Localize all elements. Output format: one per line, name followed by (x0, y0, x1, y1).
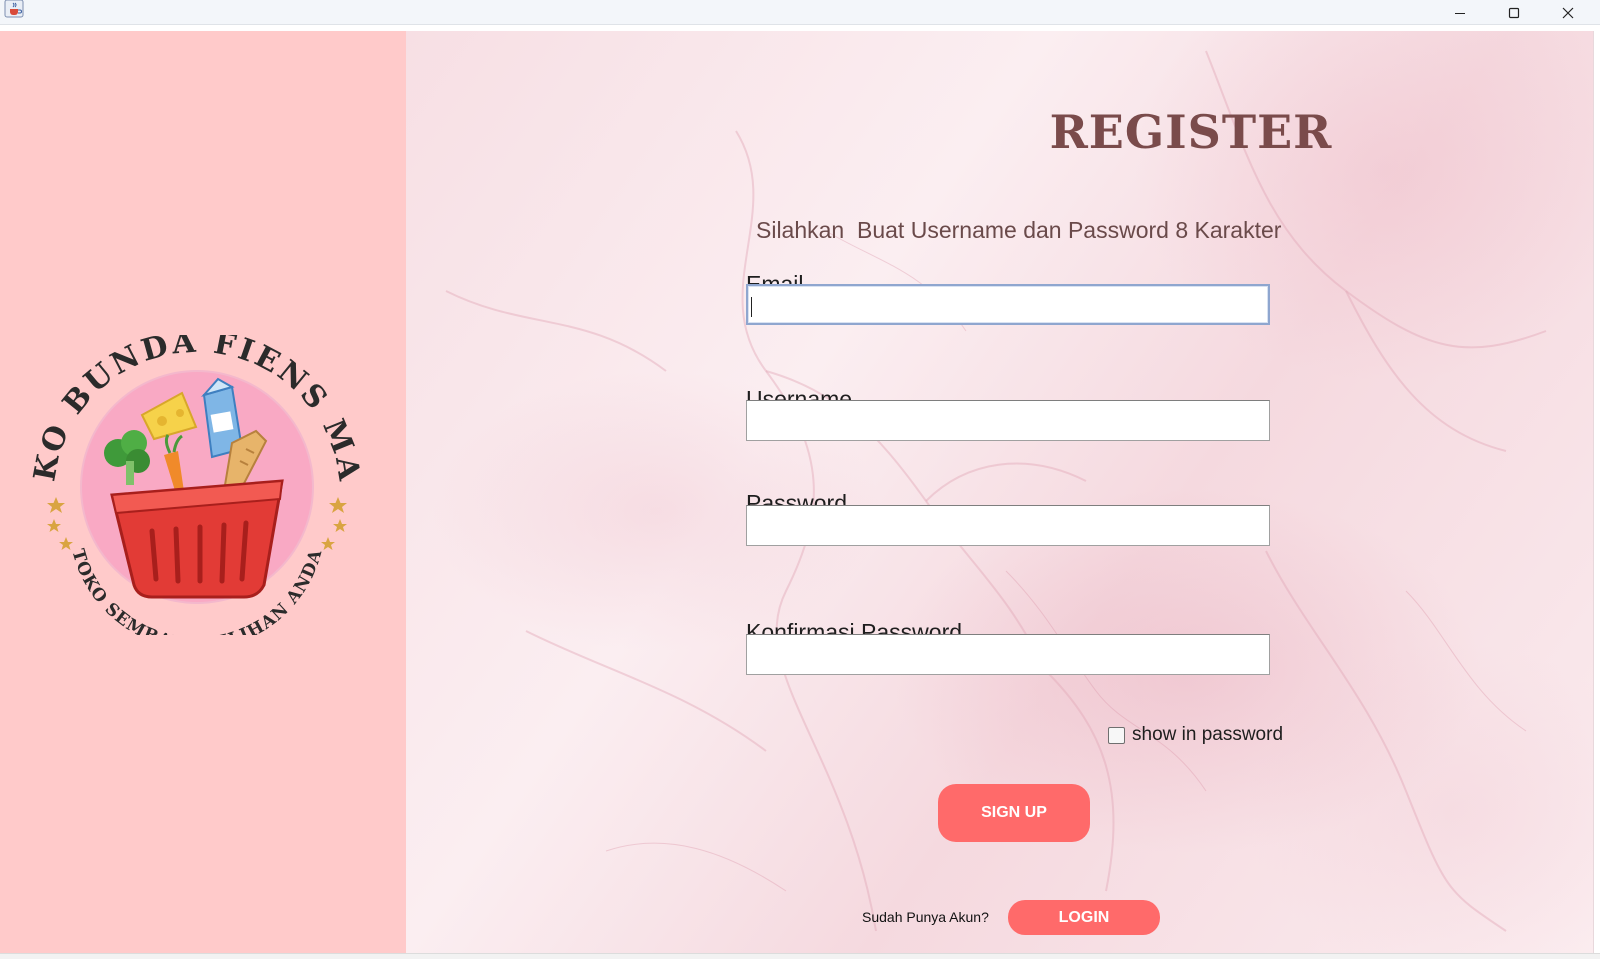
register-panel: REGISTER Silahkan Buat Username dan Pass… (406, 31, 1600, 953)
close-button[interactable] (1541, 0, 1595, 25)
show-password-checkbox[interactable] (1108, 726, 1125, 744)
have-account-text: Sudah Punya Akun? (862, 909, 989, 925)
minimize-button[interactable] (1433, 0, 1487, 25)
email-field[interactable] (746, 284, 1270, 325)
maximize-icon (1508, 7, 1520, 18)
minimize-icon (1455, 12, 1465, 14)
window-right-border (1593, 31, 1600, 953)
left-panel: TOKO BUNDA FIENS MART TOKO SEMBAKO PILIH… (0, 31, 406, 953)
text-cursor (751, 297, 752, 317)
username-field[interactable] (746, 400, 1270, 441)
login-button[interactable]: LOGIN (1008, 900, 1160, 935)
confirm-password-field[interactable] (746, 634, 1270, 675)
java-cup-icon (4, 0, 24, 18)
window-title-bar (0, 0, 1600, 25)
show-password-toggle[interactable]: show in password (1108, 724, 1283, 746)
page-title-text: REGISTER (1049, 105, 1333, 159)
subtitle: Silahkan Buat Username dan Password 8 Ka… (756, 217, 1282, 243)
password-field[interactable] (746, 505, 1270, 546)
window-content: TOKO BUNDA FIENS MART TOKO SEMBAKO PILIH… (0, 31, 1600, 953)
close-icon (1562, 7, 1574, 18)
store-logo: TOKO BUNDA FIENS MART TOKO SEMBAKO PILIH… (32, 335, 362, 635)
page-title: REGISTER (406, 105, 1600, 159)
maximize-button[interactable] (1487, 0, 1541, 25)
window-bottom-border (0, 953, 1600, 959)
signup-button[interactable]: SIGN UP (938, 784, 1090, 842)
show-password-label: show in password (1132, 724, 1284, 745)
